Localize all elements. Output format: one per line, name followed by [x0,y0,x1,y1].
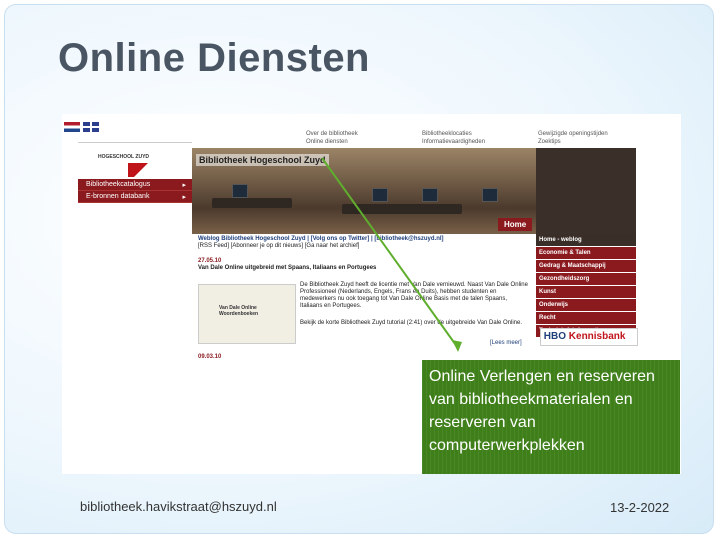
thumbnail-caption: Van Dale Online Woordenboeken [219,305,259,317]
right-menu-item[interactable]: Gedrag & Maatschappij [536,260,636,273]
right-photo [536,148,636,234]
site-title: Bibliotheek Hogeschool Zuyd [196,154,329,166]
right-menu-item[interactable]: Economie & Talen [536,247,636,260]
monitor-shape [372,188,388,202]
news-title[interactable]: Van Dale Online uitgebreid met Spaans, I… [198,265,536,272]
topnav-link[interactable]: Online diensten [306,138,358,146]
right-menu-item[interactable]: Onderwijs [536,299,636,312]
read-more-link[interactable]: [Lees meer] [490,340,522,346]
home-tab[interactable]: Home [498,218,533,231]
right-menu-item[interactable]: Gezondheidszorg [536,273,636,286]
monitor-shape [232,184,248,198]
right-menu-item[interactable]: Recht [536,312,636,325]
hogeschool-logo[interactable]: HOGESCHOOL ZUYD [78,142,192,179]
news-date-2: 09.03.10 [198,354,222,360]
topnav-link[interactable]: Zoektips [538,138,608,146]
monitor-shape [482,188,498,202]
logo-text: HOGESCHOOL ZUYD [98,154,150,160]
en-flag-icon[interactable] [83,122,99,132]
topnav-link[interactable]: Bibliotheeklocaties [422,130,485,138]
news-body-2: Bekijk de korte Bibliotheek Zuyd tutoria… [300,320,523,326]
right-menu-item[interactable]: Home - weblog [536,234,636,247]
footer-date: 13-2-2022 [610,500,670,515]
topnav-link[interactable]: Gewijzigde openingstijden [538,130,608,138]
logo-z-icon [128,163,148,177]
sidebar-menu: Bibliotheekcatalogus E-bronnen databank [78,179,192,203]
topnav-link[interactable]: Informatievaardigheden [422,138,485,146]
website-sidebar: HOGESCHOOL ZUYD Bibliotheekcatalogus E-b… [78,142,192,382]
language-flags [64,122,102,140]
sidebar-item-ebronnen[interactable]: E-bronnen databank [78,191,192,203]
nl-flag-icon[interactable] [64,122,80,132]
callout-box: Online Verlengen en reserveren van bibli… [422,360,680,474]
van-dale-thumbnail[interactable]: Van Dale Online Woordenboeken [198,284,296,344]
weblog-title[interactable]: Weblog Bibliotheek Hogeschool Zuyd | [Vo… [198,236,536,243]
hbo-kennisbank-banner[interactable]: HBO Kennisbank [540,328,638,346]
weblog-content: Weblog Bibliotheek Hogeschool Zuyd | [Vo… [198,236,536,272]
news-body: De Bibliotheek Zuyd heeft de licentie me… [300,282,528,309]
topnav-col3: Gewijzigde openingstijden Zoektips [538,130,608,146]
hbo-brand-a: HBO [543,331,569,342]
topnav-link[interactable]: Over de bibliotheek [306,130,358,138]
right-menu: Home - weblog Economie & Talen Gedrag & … [536,234,636,338]
right-menu-item[interactable]: Kunst [536,286,636,299]
sidebar-item-catalogus[interactable]: Bibliotheekcatalogus [78,179,192,191]
slide-title: Online Diensten [58,36,370,80]
news-date: 27.05.10 [198,258,222,264]
topnav-col2: Bibliotheeklocaties Informatievaardighed… [422,130,485,146]
monitor-shape [422,188,438,202]
footer-email: bibliotheek.havikstraat@hszuyd.nl [80,499,277,514]
weblog-links[interactable]: [RSS Feed] [Abonneer je op dit nieuws] [… [198,243,536,250]
desk-shape [212,198,292,208]
hbo-brand-b: Kennisbank [568,331,626,342]
desk-shape [342,204,462,214]
topnav-col1: Over de bibliotheek Online diensten [306,130,358,146]
